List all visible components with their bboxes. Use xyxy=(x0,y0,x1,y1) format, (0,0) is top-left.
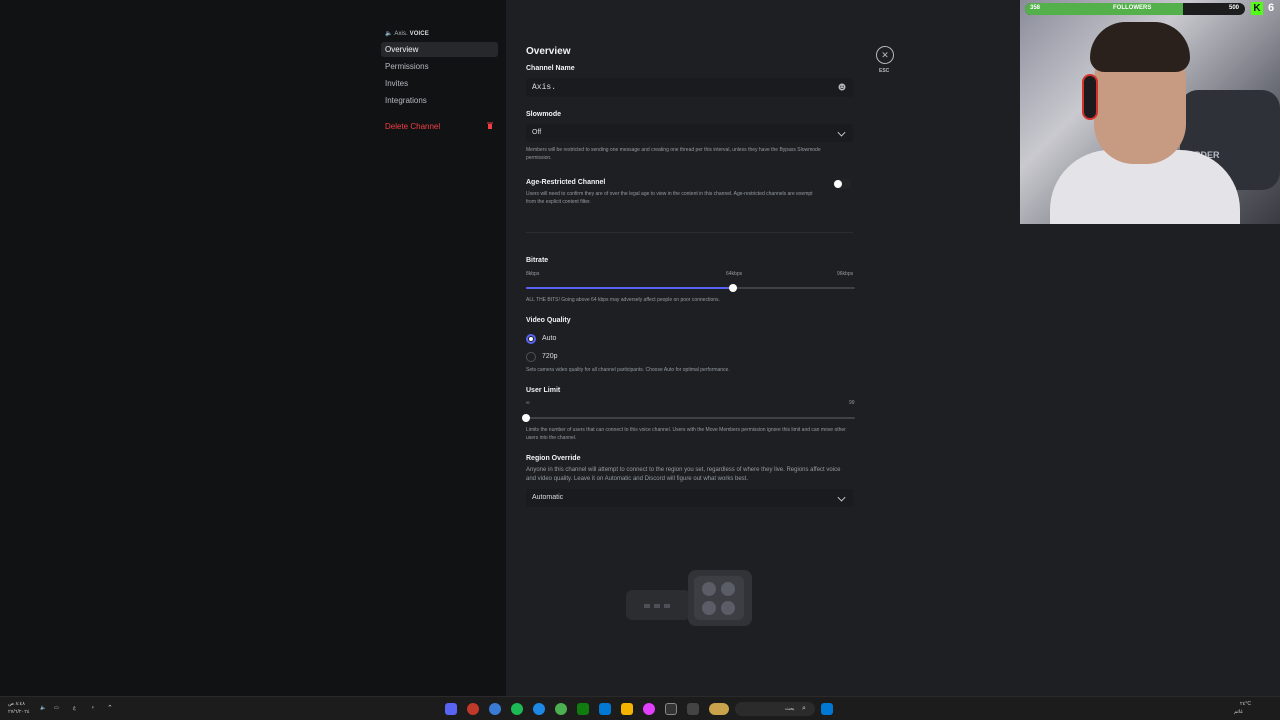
bitrate-description: ALL THE BITS! Going above 64 kbps may ad… xyxy=(526,297,720,303)
bitrate-max-label: 96kbps xyxy=(837,271,854,277)
webcam-overlay: ERDER xyxy=(1020,0,1280,224)
settings-sidebar: 🔈 Axis. VOICE Overview Permissions Invit… xyxy=(0,0,506,696)
toggle-knob xyxy=(834,180,842,188)
xbox-taskbar-icon[interactable] xyxy=(577,703,589,715)
chevron-down-icon xyxy=(837,128,846,137)
volume-icon[interactable]: 🔈 xyxy=(40,705,46,711)
kick-logo: K xyxy=(1251,2,1263,15)
user-limit-slider[interactable] xyxy=(522,414,855,422)
followers-goal-fill xyxy=(1025,3,1183,15)
slowmode-description: Members will be restricted to sending on… xyxy=(526,147,821,161)
region-value: Automatic xyxy=(532,494,564,501)
channel-name-label: Channel Name xyxy=(526,65,575,72)
emoji-icon[interactable] xyxy=(838,83,846,91)
taskbar-clock-date[interactable]: ٢٧/٦/٢٠٢٤ xyxy=(8,709,30,715)
widget-taskbar-icon[interactable] xyxy=(709,703,729,715)
terminal-taskbar-icon[interactable] xyxy=(665,703,677,715)
app-taskbar-icon[interactable] xyxy=(467,703,479,715)
spotify-taskbar-icon[interactable] xyxy=(511,703,523,715)
channel-name-input[interactable]: Axis. xyxy=(526,78,853,97)
store-taskbar-icon[interactable] xyxy=(599,703,611,715)
close-icon: ✕ xyxy=(881,50,889,60)
region-override-description: Anyone in this channel will attempt to c… xyxy=(526,467,841,482)
browser-taskbar-icon[interactable] xyxy=(489,703,501,715)
region-override-label: Region Override xyxy=(526,455,581,462)
taskbar-search[interactable]: بحث ⌕ xyxy=(735,702,815,716)
chevron-up-icon[interactable]: ⌃ xyxy=(107,704,113,712)
followers-current: 358 xyxy=(1030,5,1041,11)
page-title: Overview xyxy=(526,46,571,57)
windows-start-icon[interactable] xyxy=(821,703,833,715)
weather-desc[interactable]: غائم xyxy=(1234,709,1243,715)
close-button[interactable]: ✕ xyxy=(876,46,894,64)
headset-icon xyxy=(1082,74,1098,120)
person-hair xyxy=(1090,22,1190,72)
chrome-taskbar-icon[interactable] xyxy=(555,703,567,715)
delete-channel-label: Delete Channel xyxy=(385,122,441,131)
video-quality-720p-radio[interactable] xyxy=(526,352,536,362)
bitrate-slider[interactable] xyxy=(526,284,855,292)
region-select[interactable]: Automatic xyxy=(526,489,853,507)
slowmode-select[interactable]: Off xyxy=(526,124,853,142)
age-restricted-label: Age-Restricted Channel xyxy=(526,179,606,186)
channel-header: 🔈 Axis. VOICE xyxy=(385,30,429,37)
video-quality-720p-label[interactable]: 720p xyxy=(542,353,558,360)
channel-header-name: Axis. xyxy=(394,31,408,37)
weather-temp[interactable]: ٢٤°C xyxy=(1240,701,1251,707)
trash-icon xyxy=(487,122,493,129)
video-quality-label: Video Quality xyxy=(526,317,571,324)
speaker-icon: 🔈 xyxy=(385,31,393,37)
folder-taskbar-icon[interactable] xyxy=(621,703,633,715)
edge-taskbar-icon[interactable] xyxy=(533,703,545,715)
slowmode-label: Slowmode xyxy=(526,111,562,118)
kick-count: 6 xyxy=(1268,2,1275,14)
user-limit-max-label: 99 xyxy=(849,400,855,406)
slowmode-value: Off xyxy=(532,129,542,136)
user-limit-description: Limits the number of users that can conn… xyxy=(526,427,846,441)
language-icon[interactable]: ع xyxy=(73,705,76,711)
followers-goal-bar: 358 FOLLOWERS 500 xyxy=(1025,3,1245,15)
search-icon: ⌕ xyxy=(802,705,806,712)
user-limit-slider-thumb[interactable] xyxy=(522,414,530,422)
divider xyxy=(526,232,853,233)
sidebar-item-integrations[interactable]: Integrations xyxy=(381,93,498,108)
user-limit-min-label: ∞ xyxy=(526,400,530,406)
followers-label: FOLLOWERS xyxy=(1113,5,1152,11)
followers-goal: 500 xyxy=(1228,5,1239,11)
taskbar-clock-time[interactable]: ٨:٤٨ ص xyxy=(8,701,25,707)
app3-taskbar-icon[interactable] xyxy=(687,703,699,715)
channel-name-value: Axis. xyxy=(532,83,557,92)
channel-header-type: VOICE xyxy=(409,31,429,37)
discord-taskbar-icon[interactable] xyxy=(445,703,457,715)
age-restricted-toggle[interactable] xyxy=(833,179,851,189)
network-icon[interactable]: ▭ xyxy=(54,705,59,711)
bitrate-current-label: 64kbps xyxy=(726,271,743,277)
bitrate-label: Bitrate xyxy=(526,257,549,264)
sidebar-item-overview[interactable]: Overview xyxy=(381,42,498,57)
bitrate-min-label: 8kbps xyxy=(526,271,540,277)
user-limit-label: User Limit xyxy=(526,387,561,394)
mic-icon[interactable]: ♆ xyxy=(91,705,95,711)
video-quality-auto-label[interactable]: Auto xyxy=(542,335,556,342)
sidebar-item-invites[interactable]: Invites xyxy=(381,76,498,91)
app2-taskbar-icon[interactable] xyxy=(643,703,655,715)
delete-channel-button[interactable]: Delete Channel xyxy=(381,119,498,134)
chevron-down-icon xyxy=(837,493,846,502)
sidebar-item-permissions[interactable]: Permissions xyxy=(381,59,498,74)
taskbar-search-placeholder: بحث xyxy=(785,706,795,712)
speaker-illustration xyxy=(626,570,752,626)
esc-label: ESC xyxy=(879,68,890,74)
bitrate-slider-fill xyxy=(526,287,734,289)
video-quality-auto-radio[interactable] xyxy=(526,334,536,344)
taskbar: ٨:٤٨ ص ٢٧/٦/٢٠٢٤ 🔈 ▭ ع ♆ ⌃ بحث ⌕ ٢٤°C غا… xyxy=(0,696,1280,720)
age-restricted-description: Users will need to confirm they are of o… xyxy=(526,191,813,205)
video-quality-description: Sets camera video quality for all channe… xyxy=(526,367,730,373)
